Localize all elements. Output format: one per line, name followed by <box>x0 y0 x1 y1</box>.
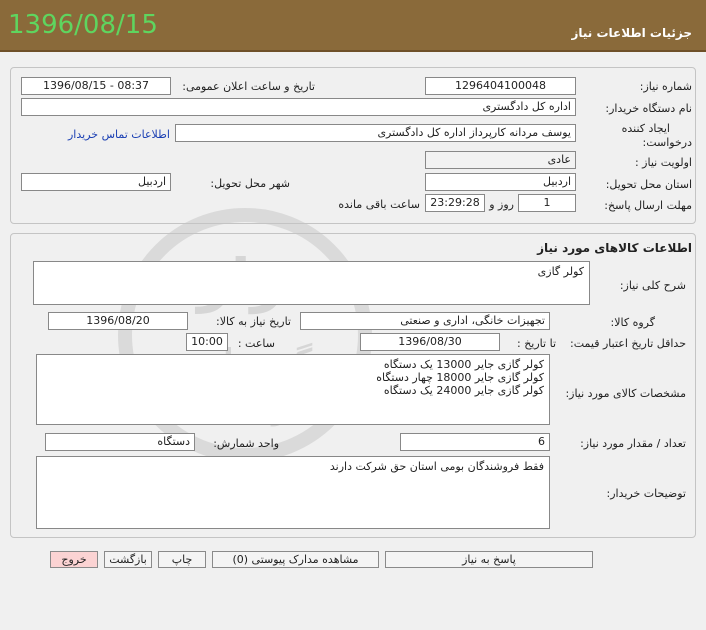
specs-field: کولر گازی جایر 13000 یک دستگاه کولر گازی… <box>36 354 550 425</box>
header-date: 1396/08/15 <box>8 10 158 40</box>
group-field: تجهیزات خانگی، اداری و صنعتی <box>300 312 550 330</box>
buyer-notes-field: فقط فروشندگان بومی استان حق شرکت دارند <box>36 456 550 529</box>
time-field: 10:00 <box>186 333 228 351</box>
specs-line: کولر گازی جایر 18000 چهار دستگاه <box>376 371 544 384</box>
province-field: اردبیل <box>425 173 576 191</box>
need-date-field: 1396/08/20 <box>48 312 188 330</box>
city-label: شهر محل تحویل: <box>210 177 290 190</box>
time-left-field: 23:29:28 <box>425 194 485 212</box>
announce-label: تاریخ و ساعت اعلان عمومی: <box>182 80 315 93</box>
buyer-org-field: اداره کل دادگستری <box>21 98 576 116</box>
buyer-contact-link[interactable]: اطلاعات تماس خریدار <box>68 128 170 141</box>
need-number-field: 1296404100048 <box>425 77 576 95</box>
priority-label: اولویت نیاز : <box>634 156 692 169</box>
remaining-label: ساعت باقی مانده <box>338 198 420 211</box>
deadline-label: مهلت ارسال پاسخ: <box>604 199 692 212</box>
quantity-label: تعداد / مقدار مورد نیاز: <box>580 437 686 450</box>
quantity-field: 6 <box>400 433 550 451</box>
general-desc-label: شرح کلی نیاز: <box>619 279 686 292</box>
page-title: جزئیات اطلاعات نیاز <box>571 26 692 40</box>
to-date-field: 1396/08/30 <box>360 333 500 351</box>
buyer-org-label: نام دستگاه خریدار: <box>605 102 692 115</box>
priority-field: عادی <box>425 151 576 169</box>
creator-label-1: ایجاد کننده <box>621 122 670 135</box>
need-date-label: تاریخ نیاز به کالا: <box>216 315 291 328</box>
exit-button[interactable]: خروج <box>50 551 98 568</box>
specs-line: کولر گازی جایر 24000 یک دستگاه <box>383 384 544 397</box>
unit-label: واحد شمارش: <box>213 437 279 450</box>
city-field: اردبیل <box>21 173 171 191</box>
days-label: روز و <box>489 198 514 211</box>
reply-button[interactable]: پاسخ به نیاز <box>385 551 593 568</box>
need-number-label: شماره نیاز: <box>639 80 692 93</box>
print-button[interactable]: چاپ <box>158 551 206 568</box>
unit-field: دستگاه <box>45 433 195 451</box>
attachments-button[interactable]: مشاهده مدارک پیوستی (0) <box>212 551 379 568</box>
time-label: ساعت : <box>237 337 275 350</box>
buyer-notes-label: توضیحات خریدار: <box>606 487 687 500</box>
back-button[interactable]: بازگشت <box>104 551 152 568</box>
announce-field: 1396/08/15 - 08:37 <box>21 77 171 95</box>
province-label: استان محل تحویل: <box>605 178 692 191</box>
general-desc-field: کولر گازی <box>33 261 590 305</box>
goods-section-title: اطلاعات کالاهای مورد نیاز <box>537 241 692 255</box>
specs-label: مشخصات کالای مورد نیاز: <box>565 387 686 400</box>
creator-label-2: درخواست: <box>642 136 692 149</box>
days-field: 1 <box>518 194 576 212</box>
specs-line: کولر گازی جایر 13000 یک دستگاه <box>383 358 544 371</box>
to-date-label: تا تاریخ : <box>517 337 556 350</box>
min-validity-label: حداقل تاریخ اعتبار قیمت: <box>570 337 686 350</box>
creator-field: یوسف مردانه کارپرداز اداره کل دادگستری <box>175 124 576 142</box>
group-label: گروه کالا: <box>610 316 655 329</box>
